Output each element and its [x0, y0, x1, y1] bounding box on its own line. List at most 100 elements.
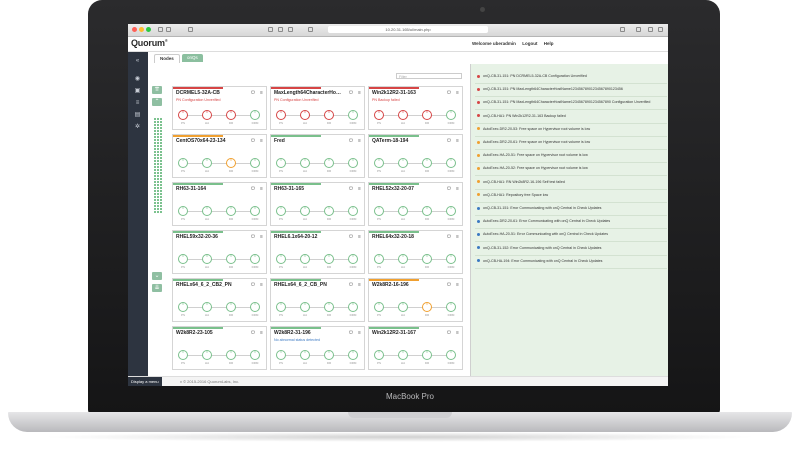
node-stage-dr-icon[interactable]: ⌃: [422, 158, 432, 168]
node-name[interactable]: Fred: [274, 138, 285, 144]
new-tab-icon[interactable]: [658, 27, 663, 32]
node-name[interactable]: DCRMEL5-32A-CB: [176, 90, 220, 96]
node-card[interactable]: RHELx64_6_2_CB_PN ⏻ ≡ ⌃ PS ⌃ HA ⌃ DR ⌃ DRM: [270, 278, 365, 322]
close-window-button[interactable]: [132, 27, 137, 32]
power-icon[interactable]: ⏻: [349, 186, 353, 192]
scroll-bottom-button[interactable]: ⇊: [152, 284, 162, 292]
node-menu-icon[interactable]: ≡: [358, 282, 361, 288]
node-menu-icon[interactable]: ≡: [260, 234, 263, 240]
node-stage-dr-icon[interactable]: ⌃: [422, 206, 432, 216]
node-stage-ha-icon[interactable]: ⌃: [202, 350, 212, 360]
node-stage-ha-icon[interactable]: ⌃: [300, 254, 310, 264]
alert-item[interactable]: onQ-CB-HA1: PN Win2k12R2-31-163 Backup f…: [477, 114, 566, 118]
node-stage-ps-icon[interactable]: ⌃: [374, 110, 384, 120]
node-menu-icon[interactable]: ≡: [456, 138, 459, 144]
node-name[interactable]: RH63-31-164: [176, 186, 206, 192]
node-stage-drm-icon[interactable]: ⌃: [250, 110, 260, 120]
node-stage-ps-icon[interactable]: ⌃: [374, 158, 384, 168]
node-stage-ha-icon[interactable]: ⌃: [398, 254, 408, 264]
node-stage-ha-icon[interactable]: ⌃: [300, 206, 310, 216]
node-stage-dr-icon[interactable]: ⌃: [324, 158, 334, 168]
node-stage-ha-icon[interactable]: ⌃: [300, 350, 310, 360]
node-name[interactable]: RHEL52x32-20-07: [372, 186, 414, 192]
node-stage-ha-icon[interactable]: ⌃: [202, 158, 212, 168]
node-name[interactable]: QATerm-18-194: [372, 138, 408, 144]
settings-gear-icon[interactable]: ✲: [134, 124, 141, 130]
node-card[interactable]: CentOS70x64-23-134 ⏻ ≡ ⌃ PS ⌃ HA ⌃ DR ⌃ DRM: [172, 134, 267, 178]
node-card[interactable]: W2k8R2-23-105 ⏻ ≡ ⌃ PS ⌃ HA ⌃ DR ⌃ DRM: [172, 326, 267, 370]
node-card[interactable]: DCRMEL5-32A-CB PN Configuration Unverifie…: [172, 86, 267, 130]
node-stage-ha-icon[interactable]: ⌃: [202, 110, 212, 120]
quorum-logo[interactable]: Quorum®: [131, 38, 168, 48]
logout-link[interactable]: Logout: [522, 41, 537, 46]
alert-item[interactable]: AutoExec-DR2-20-61: Error Communicating …: [477, 219, 610, 223]
node-stage-dr-icon[interactable]: ⌃: [226, 350, 236, 360]
node-stage-ha-icon[interactable]: ⌃: [300, 158, 310, 168]
node-stage-drm-icon[interactable]: ⌃: [348, 350, 358, 360]
node-menu-icon[interactable]: ≡: [260, 138, 263, 144]
zoom-window-button[interactable]: [146, 27, 151, 32]
node-menu-icon[interactable]: ≡: [358, 234, 361, 240]
display-menu-button[interactable]: Display a menu: [128, 377, 162, 386]
node-stage-drm-icon[interactable]: ⌃: [348, 206, 358, 216]
node-stage-dr-icon[interactable]: ⌃: [226, 254, 236, 264]
node-name[interactable]: RHEL64x32-20-18: [372, 234, 414, 240]
node-name[interactable]: RHEL6.1x64-20-12: [274, 234, 317, 240]
node-card[interactable]: QATerm-18-194 ⏻ ≡ ⌃ PS ⌃ HA ⌃ DR ⌃ DRM: [368, 134, 463, 178]
alert-item[interactable]: onQ-CB-HA1: Repository free Space low: [477, 193, 548, 197]
node-stage-drm-icon[interactable]: ⌃: [250, 206, 260, 216]
scroll-up-button[interactable]: ⌃: [152, 98, 162, 106]
sidebar-icon[interactable]: [188, 27, 193, 32]
node-stage-ps-icon[interactable]: ⌃: [374, 206, 384, 216]
alert-item[interactable]: AutoExec-HA-20-51: Free space on Hypervi…: [477, 153, 588, 157]
reader-icon[interactable]: [288, 27, 293, 32]
node-menu-icon[interactable]: ≡: [260, 186, 263, 192]
node-name[interactable]: MaxLength64CharacterHo…: [274, 90, 341, 96]
node-stage-ps-icon[interactable]: ⌃: [276, 302, 286, 312]
node-card[interactable]: MaxLength64CharacterHo… PN Configuration …: [270, 86, 365, 130]
power-icon[interactable]: ⏻: [447, 186, 451, 192]
node-stage-dr-icon[interactable]: ⌃: [324, 206, 334, 216]
node-menu-icon[interactable]: ≡: [456, 234, 459, 240]
node-stage-drm-icon[interactable]: ⌃: [348, 158, 358, 168]
node-stage-drm-icon[interactable]: ⌃: [446, 254, 456, 264]
node-menu-icon[interactable]: ≡: [456, 330, 459, 336]
node-stage-ps-icon[interactable]: ⌃: [178, 206, 188, 216]
cloud-icon[interactable]: [268, 27, 273, 32]
node-stage-ha-icon[interactable]: ⌃: [202, 302, 212, 312]
node-stage-ps-icon[interactable]: ⌃: [374, 302, 384, 312]
help-link[interactable]: Help: [544, 41, 554, 46]
node-stage-drm-icon[interactable]: ⌃: [250, 302, 260, 312]
reports-icon[interactable]: ▤: [134, 112, 141, 118]
node-stage-ps-icon[interactable]: ⌃: [276, 254, 286, 264]
node-stage-ha-icon[interactable]: ⌃: [300, 302, 310, 312]
node-stage-drm-icon[interactable]: ⌃: [250, 254, 260, 264]
node-name[interactable]: RH63-31-165: [274, 186, 304, 192]
monitor-icon[interactable]: ▣: [134, 88, 141, 94]
node-stage-ps-icon[interactable]: ⌃: [178, 302, 188, 312]
alert-item[interactable]: onQ-CB-31-152: Error Communicating with …: [477, 246, 601, 250]
node-menu-icon[interactable]: ≡: [260, 282, 263, 288]
node-stage-ha-icon[interactable]: ⌃: [398, 206, 408, 216]
node-stage-dr-icon[interactable]: ⌃: [422, 350, 432, 360]
node-menu-icon[interactable]: ≡: [260, 330, 263, 336]
node-card[interactable]: RHEL52x32-20-07 ⏻ ≡ ⌃ PS ⌃ HA ⌃ DR ⌃ DRM: [368, 182, 463, 226]
node-card[interactable]: Win2k12R2-31-167 ⏻ ≡ ⌃ PS ⌃ HA ⌃ DR ⌃ DRM: [368, 326, 463, 370]
node-card[interactable]: RHELx64_6_2_CB2_PN ⏻ ≡ ⌃ PS ⌃ HA ⌃ DR ⌃ DRM: [172, 278, 267, 322]
power-icon[interactable]: ⏻: [251, 330, 255, 336]
node-stage-drm-icon[interactable]: ⌃: [348, 254, 358, 264]
node-stage-drm-icon[interactable]: ⌃: [446, 350, 456, 360]
power-icon[interactable]: ⏻: [447, 234, 451, 240]
node-card[interactable]: W2k8R2-31-196 No abnormal status detected…: [270, 326, 365, 370]
node-stage-ha-icon[interactable]: ⌃: [398, 350, 408, 360]
node-stage-drm-icon[interactable]: ⌃: [348, 110, 358, 120]
node-stage-ps-icon[interactable]: ⌃: [178, 350, 188, 360]
node-stage-dr-icon[interactable]: ⌃: [422, 254, 432, 264]
forward-icon[interactable]: [166, 27, 171, 32]
power-icon[interactable]: ⏻: [349, 234, 353, 240]
node-stage-ps-icon[interactable]: ⌃: [374, 350, 384, 360]
node-stage-dr-icon[interactable]: ⌃: [324, 350, 334, 360]
node-card[interactable]: Win2k12R2-31-163 PN Backup failed ⏻ ≡ ⌃ PS ⌃ HA…: [368, 86, 463, 130]
alert-item[interactable]: onQ-CB-HA1: RN Win2k8R2-16-196 Self test…: [477, 180, 565, 184]
node-stage-ps-icon[interactable]: ⌃: [276, 158, 286, 168]
